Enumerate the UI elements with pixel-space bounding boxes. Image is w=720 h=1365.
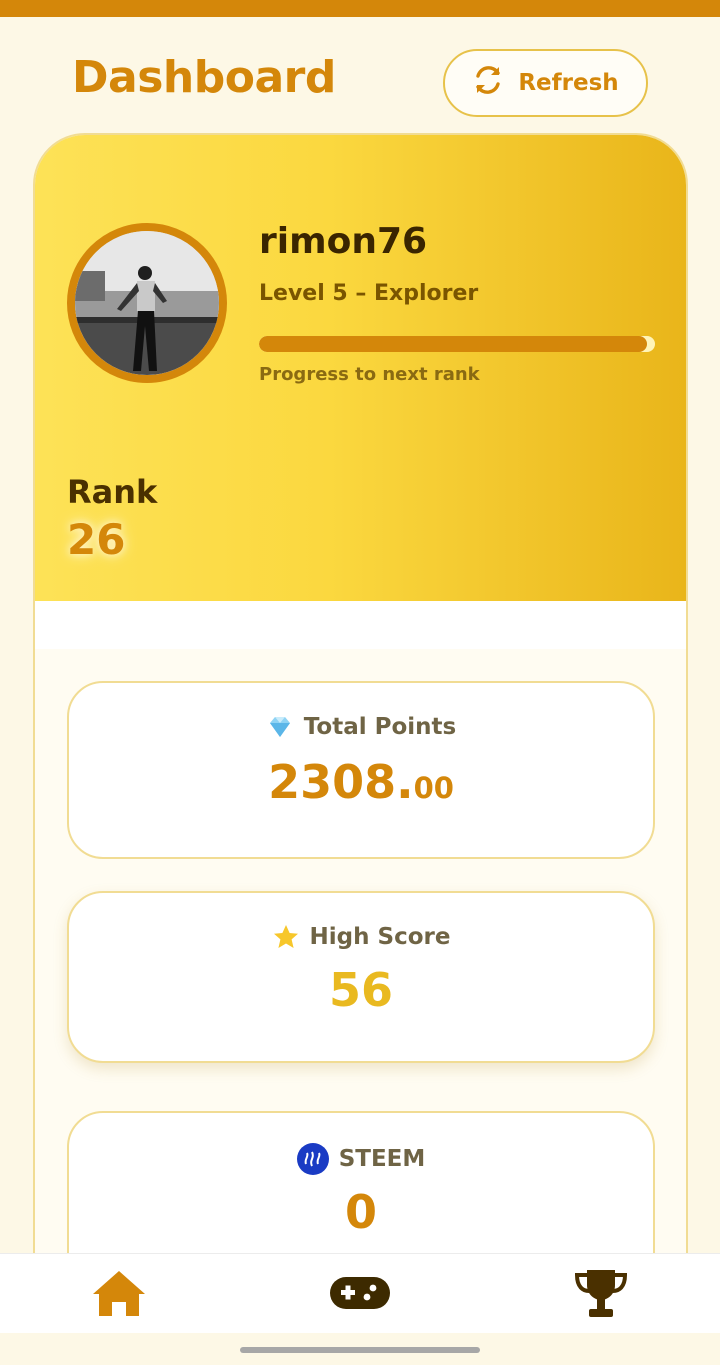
refresh-label: Refresh: [518, 70, 619, 96]
nav-trophy[interactable]: [571, 1268, 631, 1322]
profile-card: rimon76 Level 5 – Explorer Progress to n…: [33, 133, 688, 1333]
bottom-nav: [0, 1253, 720, 1333]
rank-progress-fill: [259, 336, 648, 352]
status-bar: [0, 0, 720, 17]
rank-value: 26: [67, 515, 126, 564]
steem-value: 0: [344, 1185, 377, 1239]
steem-logo-icon: [296, 1143, 329, 1175]
total-points-decimals: 00: [413, 771, 454, 805]
username: rimon76: [259, 221, 428, 262]
home-indicator[interactable]: [240, 1347, 480, 1353]
total-points-integer: 2308.: [268, 755, 414, 809]
progress-label: Progress to next rank: [259, 364, 480, 385]
avatar[interactable]: [67, 223, 227, 383]
page-title: Dashboard: [72, 52, 336, 103]
high-score-card: High Score 56: [67, 891, 655, 1063]
total-points-card: Total Points 2308.00: [67, 681, 655, 859]
gamepad-icon: [329, 1275, 391, 1315]
gem-icon: [266, 713, 294, 741]
high-score-value: 56: [328, 963, 393, 1017]
rank-label: Rank: [67, 473, 158, 511]
level-label: Level 5 – Explorer: [259, 281, 479, 306]
high-score-label: High Score: [309, 924, 451, 950]
trophy-icon: [573, 1267, 629, 1323]
total-points-label: Total Points: [303, 714, 457, 740]
refresh-button[interactable]: Refresh: [443, 49, 648, 117]
refresh-icon: [472, 64, 504, 102]
divider-band: [35, 601, 686, 649]
total-points-value: 2308.00: [69, 755, 653, 809]
star-icon: [272, 923, 300, 951]
home-icon: [91, 1268, 147, 1322]
profile-hero: rimon76 Level 5 – Explorer Progress to n…: [35, 135, 686, 601]
steem-label: STEEM: [338, 1146, 426, 1172]
nav-home[interactable]: [89, 1268, 149, 1322]
rank-progress-bar: [259, 336, 655, 352]
nav-games[interactable]: [330, 1268, 390, 1322]
